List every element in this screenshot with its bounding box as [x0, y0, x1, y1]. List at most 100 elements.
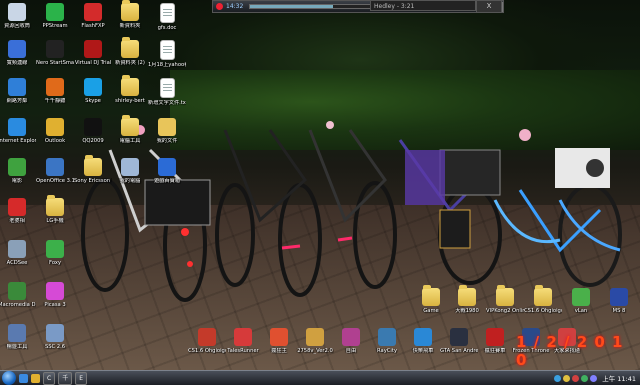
desktop-icon[interactable]: CS1.6 Ohgioigogs [524, 285, 562, 314]
folder-icon [121, 115, 139, 136]
desktop-icon[interactable]: PPStream [36, 3, 74, 29]
desktop-icon-label: 老婆相 [9, 218, 25, 224]
desktop-icon-label: 2758v_Ver2.0 [297, 348, 333, 354]
desktop-icon[interactable]: 1月18上yahoo看旨 [148, 40, 186, 68]
document-icon [159, 3, 175, 23]
document-icon [159, 40, 175, 60]
taskbar-button[interactable]: E [75, 371, 88, 385]
qq-icon [84, 118, 102, 136]
desktop-icon[interactable]: 電影 [0, 158, 36, 184]
folder-quicklaunch-icon[interactable] [31, 373, 40, 383]
desktop-icon-label: CS1.6 Ohgioigogs [524, 308, 562, 314]
document-icon [159, 78, 175, 98]
folder-icon [121, 75, 139, 96]
desktop-icon[interactable]: shirley-bert [111, 75, 149, 104]
desktop-icon-label: Skype [85, 98, 101, 104]
desktop-icon[interactable]: 新增文字文件.txt [148, 78, 186, 106]
acdsee-icon [8, 240, 26, 258]
gta-icon [450, 328, 468, 346]
desktop-icon[interactable]: Virtual DJ Trial [74, 40, 112, 66]
desktop-icon[interactable]: Sony Ericsson PC Suite [74, 155, 112, 184]
desktop-icon[interactable]: 新資料夾 [111, 0, 149, 29]
desktop-icon[interactable]: 電腦工具 [111, 115, 149, 144]
skype-tray-icon[interactable] [590, 374, 598, 382]
task-list: C千E [40, 371, 88, 385]
picasa-icon [46, 282, 64, 300]
ie-quicklaunch-icon[interactable] [19, 373, 28, 383]
desktop-icon[interactable]: Internet Explorer [0, 118, 36, 144]
desktop-icon[interactable]: Foxy [36, 240, 74, 266]
desktop-icon[interactable]: OpenOffice 3.1 [36, 158, 74, 184]
desktop-icon[interactable]: 千千靜聽 [36, 78, 74, 104]
desktop-icon[interactable]: 大戰1980 [448, 285, 486, 314]
desktop-icon-label: gfs.doc [157, 25, 177, 31]
desktop-icon[interactable]: 2758v_Ver2.0 [296, 328, 334, 354]
network-icon [8, 40, 26, 58]
desktop-icon[interactable]: Outlook [36, 118, 74, 144]
desktop-icon[interactable]: 老婆相 [0, 198, 36, 224]
desktop-icon[interactable]: 資源回收筒 [0, 3, 36, 29]
folder-icon [534, 285, 552, 306]
desktop-icon-label: 資源回收筒 [4, 23, 30, 29]
desktop-icon[interactable]: LG手機 [36, 195, 74, 224]
photo-icon [8, 198, 26, 216]
desktop-icon[interactable]: gfs.doc [148, 3, 186, 31]
player-close-button[interactable]: Ⅹ [476, 0, 502, 13]
desktop-icon-label: Foxy [49, 260, 61, 266]
desktop-icon-label: FlashFXP [81, 23, 105, 29]
desktop-icon[interactable]: RayCity [368, 328, 406, 354]
antivirus-tray-icon[interactable] [572, 374, 580, 382]
start-button[interactable] [2, 371, 16, 385]
desktop-icon[interactable]: 遊戲百寶箱 [148, 158, 186, 184]
desktop-icon-label: Sony Ericsson PC Suite [74, 178, 112, 184]
desktop-icon-label: 我的電腦 [119, 178, 141, 184]
desktop-icon[interactable]: TalesRunner [224, 328, 262, 354]
desktop-icon-label: 大戰1980 [455, 308, 479, 314]
desktop-icon[interactable]: Game [412, 285, 450, 314]
network-tray-icon[interactable] [554, 374, 562, 382]
desktop-icon[interactable]: Picasa 3 [36, 282, 74, 308]
ppstream-icon [46, 3, 64, 21]
taskbar-button[interactable]: 千 [58, 371, 73, 385]
desktop-icon-label: Outlook [44, 138, 66, 144]
desktop-icon[interactable]: MS 8 [600, 288, 638, 314]
desktop-icon-label: OpenOffice 3.1 [36, 178, 74, 184]
desktop-icon[interactable]: 瘋狂賽車 [476, 328, 514, 354]
desktop-icon-label: 遊戲百寶箱 [154, 178, 180, 184]
recycle-bin-icon [8, 3, 26, 21]
volume-tray-icon[interactable] [581, 374, 589, 382]
desktop-icon[interactable]: QQ2009 [74, 118, 112, 144]
desktop-icon[interactable]: 新資料夾 (2) [111, 37, 149, 66]
desktop-icon[interactable]: SSC 2.6 [36, 324, 74, 350]
desktop-icon[interactable]: Skype [74, 78, 112, 104]
desktop-icon-label: Internet Explorer [0, 138, 36, 144]
desktop-icon[interactable]: GTA San Andreas [440, 328, 478, 354]
desktop-icon[interactable]: FlashFXP [74, 3, 112, 29]
desktop-icon[interactable]: Macromedia Dreamweaver [0, 282, 36, 308]
game-box-icon [158, 158, 176, 176]
ie-icon [8, 118, 26, 136]
ms-icon [610, 288, 628, 306]
desktop-icon[interactable]: Nero StartSmart [36, 40, 74, 66]
desktop-icon-label: 網路芳鄰 [6, 98, 28, 104]
qq-tray-icon[interactable] [563, 374, 571, 382]
desktop-icon[interactable]: ACDSee [0, 240, 36, 266]
desktop-icon[interactable]: 我的文件 [148, 118, 186, 144]
desktop-icon[interactable]: vLan [562, 288, 600, 314]
movie-icon [8, 158, 26, 176]
desktop-icon[interactable]: 網路芳鄰 [0, 78, 36, 104]
taskbar-button[interactable]: C [43, 371, 56, 385]
desktop-icon[interactable]: 快樂飛車 [404, 328, 442, 354]
desktop-icon[interactable]: 自由 [332, 328, 370, 354]
desktop-icon[interactable]: 寬頻連線 [0, 40, 36, 66]
desktop-icon[interactable]: CS1.6 Ohgioigogs [188, 328, 226, 354]
desktop-icon[interactable]: 暢遊工具 [0, 324, 36, 350]
desktop-icon-label: CS1.6 Ohgioigogs [188, 348, 226, 354]
desktop-icon[interactable]: VIPKong2 Online [486, 285, 524, 314]
folder-icon [422, 285, 440, 306]
desktop-icon-label: shirley-bert [115, 98, 145, 104]
desktop-icon-label: Virtual DJ Trial [74, 60, 112, 66]
desktop-icon[interactable]: 瘋狂主 [260, 328, 298, 354]
desktop-icon[interactable]: 我的電腦 [111, 158, 149, 184]
player-track-title: Hedley - 3:21 [370, 0, 476, 11]
